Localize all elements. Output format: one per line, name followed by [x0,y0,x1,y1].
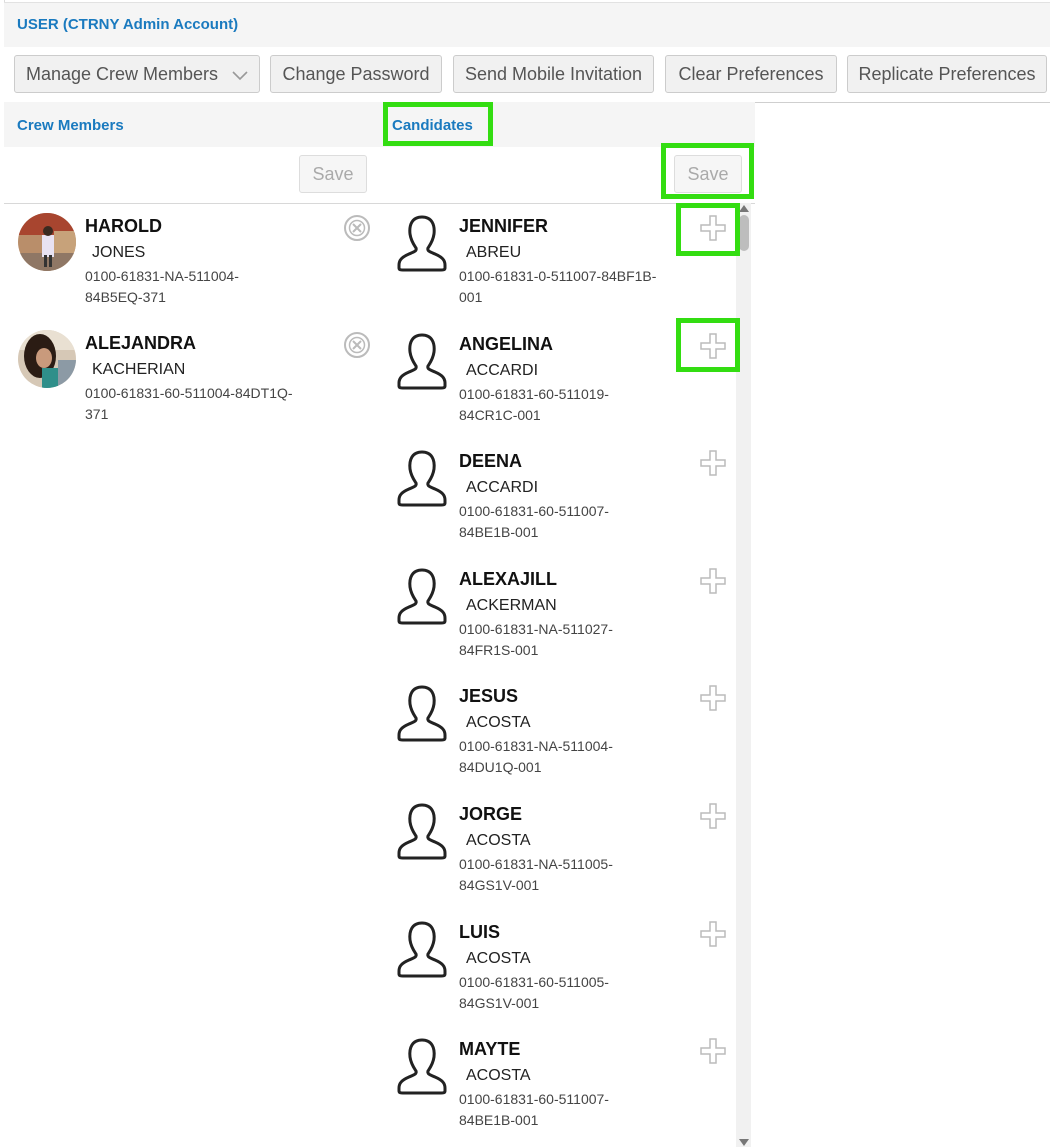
avatar [18,330,76,388]
highlight-candidates-save [661,143,754,199]
last-name: JONES [92,244,146,261]
add-icon[interactable] [699,684,727,717]
last-name: ACOSTA [466,714,531,732]
member-id: 0100-61831-NA-511004-84DU1Q-001 [459,738,613,776]
remove-icon[interactable] [343,214,371,247]
change-password-button[interactable]: Change Password [270,55,442,93]
last-name: ABREU [466,244,522,261]
toolbar: Manage Crew Members Change Password Send… [4,47,1050,103]
last-name: ACOSTA [466,832,531,849]
first-name: JENNIFER [459,216,549,236]
last-name: ACCARDI [466,479,539,497]
first-name: DEENA [459,451,523,472]
remove-icon[interactable] [343,331,371,364]
add-icon[interactable] [699,1037,727,1070]
add-icon[interactable] [699,802,727,835]
highlight-add-angelina [676,318,740,372]
save-row: Save Save [4,147,755,204]
member-id: 0100-61831-60-511019-84CR1C-001 [459,385,609,423]
user-silhouette-icon [397,1037,447,1100]
highlight-add-jennifer [676,203,740,256]
send-mobile-invitation-button[interactable]: Send Mobile Invitation [453,55,654,93]
first-name: MAYTE [459,1039,521,1060]
tabs-row: Crew Members Candidates [4,102,755,147]
user-silhouette-icon [397,332,447,395]
member-id: 0100-61831-60-511007-84BE1B-001 [459,1091,609,1129]
manage-crew-members-label: Manage Crew Members [25,64,219,84]
member-id: 0100-61831-60-511007-84BE1B-001 [459,503,609,541]
last-name: ACKERMAN [466,596,557,614]
member-id: 0100-61831-NA-511027-84FR1S-001 [459,620,613,658]
user-silhouette-icon [397,214,447,277]
tab-crew-members[interactable]: Crew Members [17,117,124,134]
first-name: HAROLD [85,216,162,236]
manage-crew-members-dropdown[interactable]: Manage Crew Members [14,55,260,93]
last-name: KACHERIAN [92,361,186,378]
scroll-down-arrow[interactable] [739,1139,749,1146]
add-icon[interactable] [699,567,727,600]
member-id: 0100-61831-NA-511005-84GS1V-001 [459,856,613,893]
member-id: 0100-61831-NA-511004-84B5EQ-371 [85,268,239,305]
last-name: ACOSTA [466,949,531,967]
chevron-down-icon [232,57,248,93]
crew-save-button[interactable]: Save [299,155,367,193]
scrollbar-thumb[interactable] [739,215,749,251]
first-name: ANGELINA [459,333,553,354]
first-name: JESUS [459,686,519,707]
first-name: JORGE [459,804,523,824]
user-silhouette-icon [397,567,447,630]
highlight-candidates-tab [383,102,493,146]
member-id: 0100-61831-60-511005-84GS1V-001 [459,973,609,1011]
clear-preferences-button[interactable]: Clear Preferences [665,55,837,93]
last-name: ACCARDI [466,361,539,379]
scroll-up-arrow[interactable] [739,205,749,212]
replicate-preferences-button[interactable]: Replicate Preferences [847,55,1047,93]
user-silhouette-icon [397,449,447,512]
last-name: ACOSTA [466,1067,531,1085]
avatar [18,213,76,271]
add-icon[interactable] [699,920,727,953]
add-icon[interactable] [699,449,727,482]
page-header: USER (CTRNY Admin Account) [4,2,1050,48]
user-silhouette-icon [397,684,447,747]
first-name: ALEJANDRA [85,333,197,353]
member-id: 0100-61831-60-511004-84DT1Q-371 [85,385,293,422]
user-silhouette-icon [397,802,447,865]
member-id: 0100-61831-0-511007-84BF1B-001 [459,268,657,305]
first-name: ALEXAJILL [459,568,558,589]
first-name: LUIS [459,921,501,942]
page-title: USER (CTRNY Admin Account) [17,16,239,33]
user-silhouette-icon [397,920,447,983]
